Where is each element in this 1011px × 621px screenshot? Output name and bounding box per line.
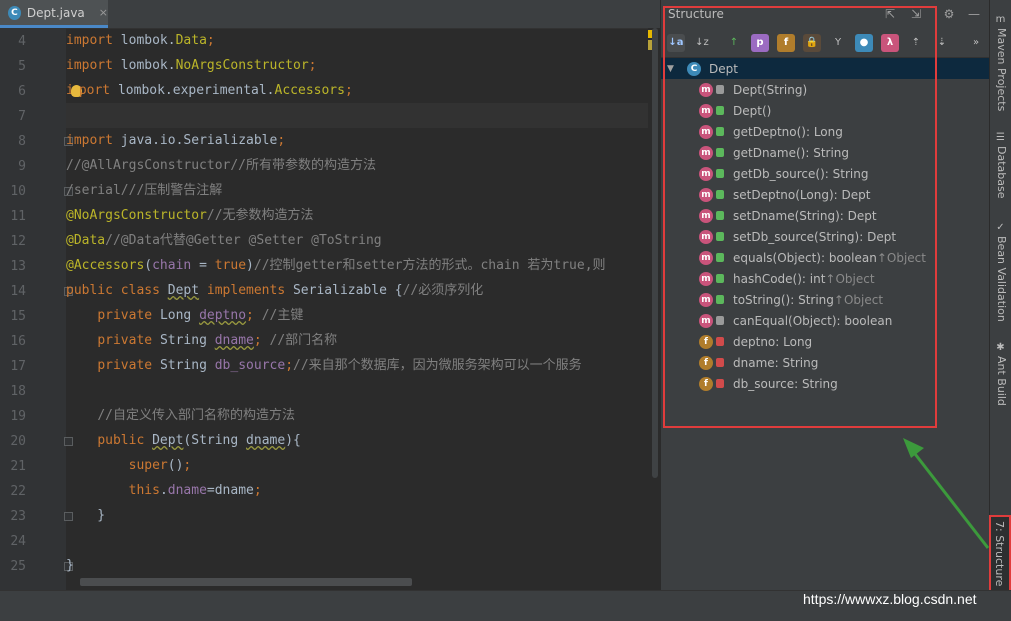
arrow-head xyxy=(903,438,924,458)
arrow-shaft xyxy=(910,449,990,549)
annotation-arrow xyxy=(903,438,990,549)
